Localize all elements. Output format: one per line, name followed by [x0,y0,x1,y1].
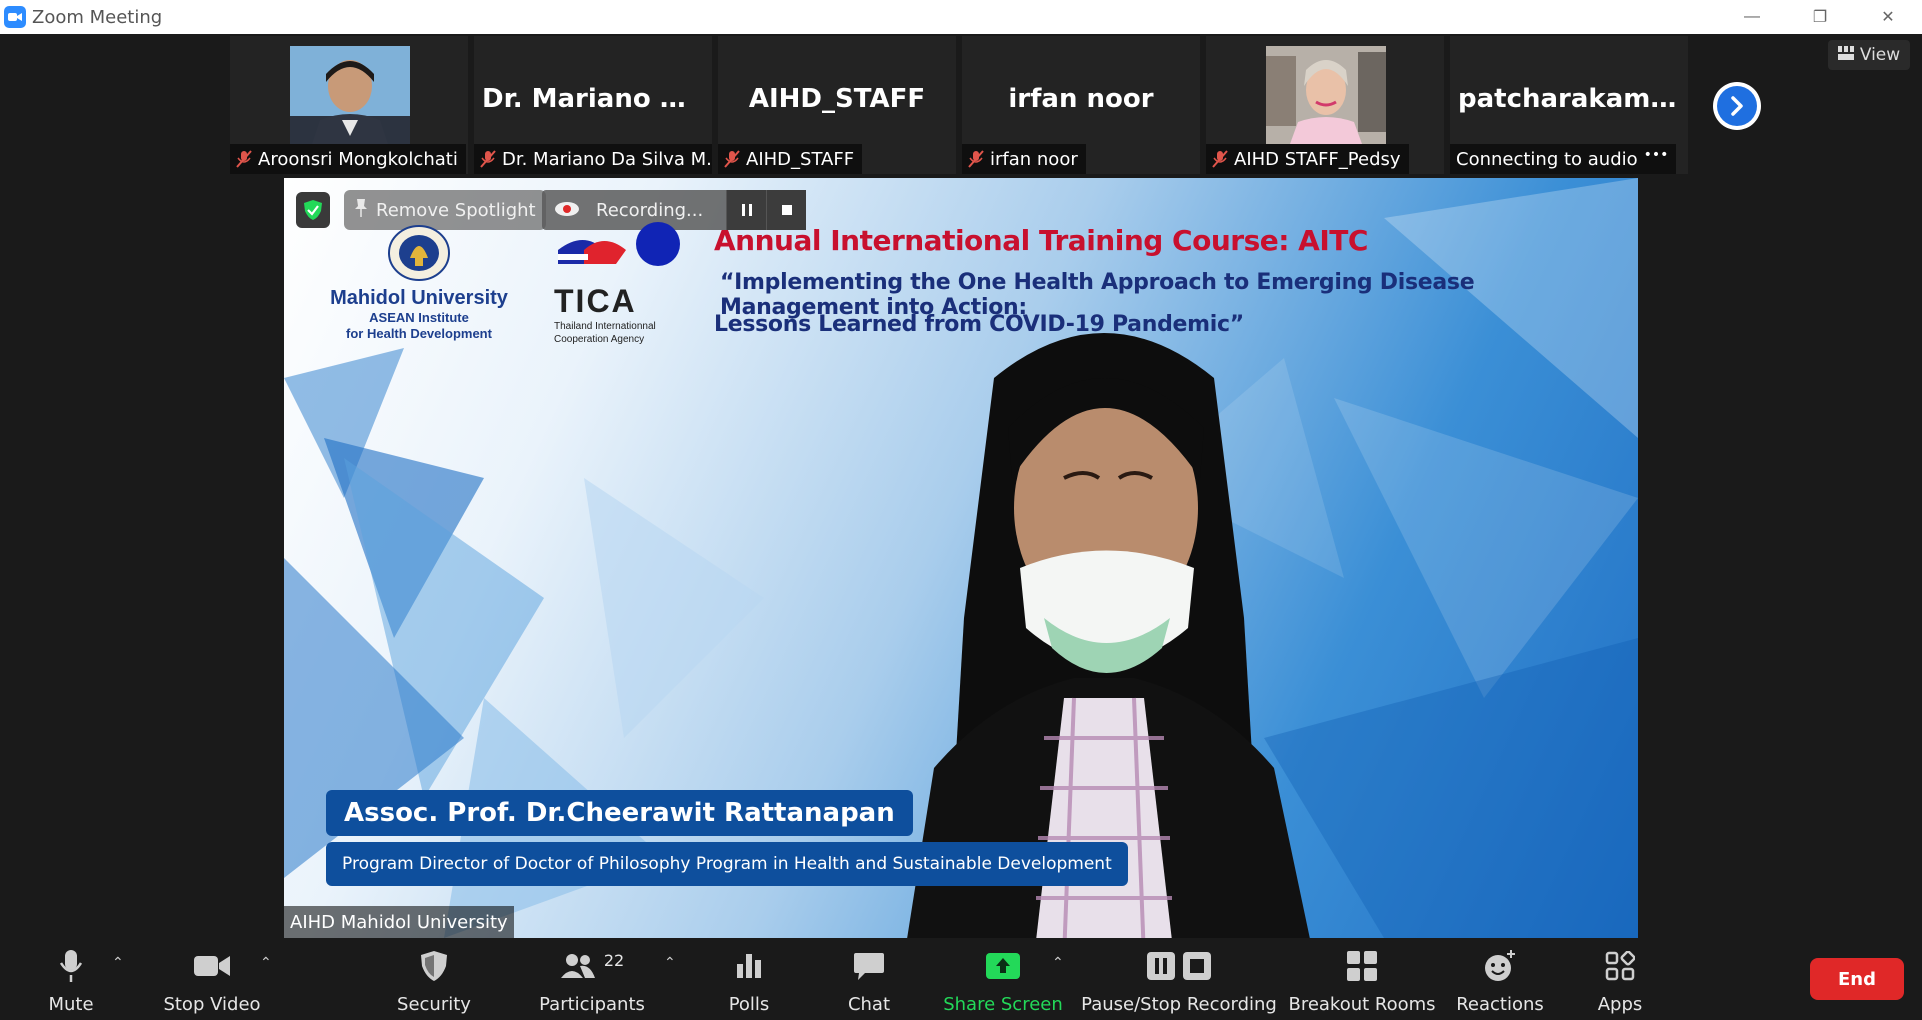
security-shield-icon[interactable] [296,192,330,228]
security-button[interactable]: Security [394,938,474,1020]
chevron-right-icon [1717,86,1757,126]
participants-options-caret-icon[interactable]: ⌃ [664,954,676,971]
speaker-video: Remove Spotlight Recording... Mahidol Un… [284,178,1638,938]
mute-options-caret-icon[interactable]: ⌃ [112,954,124,971]
mic-muted-icon [236,150,252,168]
breakout-rooms-button[interactable]: Breakout Rooms [1288,938,1436,1020]
pause-stop-icon [1146,946,1212,986]
participant-tile[interactable]: patcharakamon... Connecting to audio ••• [1450,36,1688,174]
participant-tile[interactable]: Aroonsri Mongkolchati [230,36,468,174]
participants-button[interactable]: 22 Participants [539,938,645,1020]
polls-icon [735,946,763,986]
participant-big-name: patcharakamon... [1458,84,1688,114]
presenter-name-tag: Assoc. Prof. Dr.Cheerawit Rattanapan [326,790,913,836]
participant-label: AIHD_STAFF [718,144,863,174]
mic-muted-icon [968,150,984,168]
polls-button[interactable]: Polls [718,938,780,1020]
participants-count: 22 [603,950,625,970]
participant-label: irfan noor [962,144,1086,174]
tica-logo: TICA Thailand Internationnal Cooperation… [554,220,684,346]
tica-emblem-icon [558,222,680,266]
view-button[interactable]: View [1828,40,1910,70]
video-options-caret-icon[interactable]: ⌃ [260,954,272,971]
next-page-button[interactable] [1713,82,1761,130]
participant-big-name: irfan noor [1008,84,1154,114]
participant-label: Aroonsri Mongkolchati [230,144,466,174]
course-title: Annual International Training Course: AI… [714,224,1368,257]
share-screen-button[interactable]: Share Screen [943,938,1063,1020]
pin-icon [354,198,368,223]
participant-label: Dr. Mariano Da Silva M... [474,144,712,174]
participant-photo [1266,46,1386,144]
share-screen-icon [985,946,1021,986]
security-shield-icon [420,946,448,986]
mic-muted-icon [480,150,496,168]
apps-icon [1605,946,1635,986]
title-bar: Zoom Meeting — ❐ ✕ [0,0,1922,34]
mic-muted-icon [724,150,740,168]
stop-video-button[interactable]: Stop Video [160,938,264,1020]
participant-big-name: AIHD_STAFF [748,84,926,114]
video-camera-icon [193,946,231,986]
participant-tile[interactable]: Dr. Mariano Da... Dr. Mariano Da Silva M… [474,36,712,174]
participants-icon: 22 [560,946,624,986]
zoom-app-icon [4,6,26,28]
participant-tile[interactable]: AIHD STAFF_Pedsy [1206,36,1444,174]
meeting-toolbar: Mute ⌃ Stop Video ⌃ Security 22 Particip… [0,938,1922,1020]
participant-tile[interactable]: irfan noor irfan noor [962,36,1200,174]
participant-tile[interactable]: AIHD_STAFF AIHD_STAFF [718,36,956,174]
end-meeting-button[interactable]: End [1810,958,1904,1000]
connecting-dots-icon: ••• [1643,147,1669,163]
mute-button[interactable]: Mute [40,938,102,1020]
presenter-role-tag: Program Director of Doctor of Philosophy… [326,842,1128,886]
reactions-smiley-icon [1483,946,1517,986]
chat-button[interactable]: Chat [838,938,900,1020]
participant-label: AIHD STAFF_Pedsy [1206,144,1409,174]
participant-strip: Aroonsri Mongkolchati Dr. Mariano Da... … [230,36,1688,174]
breakout-rooms-icon [1346,946,1378,986]
grid-view-icon [1837,45,1854,65]
mic-muted-icon [1212,150,1228,168]
close-button[interactable]: ✕ [1854,0,1922,34]
speaker-name-label: AIHD Mahidol University [284,906,514,938]
pause-stop-recording-button[interactable]: Pause/Stop Recording [1081,938,1277,1020]
microphone-icon [59,946,83,986]
mahidol-emblem-icon [388,225,450,281]
share-options-caret-icon[interactable]: ⌃ [1052,954,1064,971]
participant-photo [290,46,410,144]
mahidol-logo: Mahidol University ASEAN Institute for H… [324,224,514,342]
participant-big-name: Dr. Mariano Da... [482,84,712,114]
minimize-button[interactable]: — [1718,0,1786,34]
apps-button[interactable]: Apps [1590,938,1650,1020]
meeting-area: Aroonsri Mongkolchati Dr. Mariano Da... … [0,34,1922,938]
chat-bubble-icon [853,946,885,986]
recording-cloud-icon [554,199,580,222]
restore-button[interactable]: ❐ [1786,0,1854,34]
window-title: Zoom Meeting [32,6,163,28]
reactions-button[interactable]: Reactions [1456,938,1544,1020]
participant-label: Connecting to audio ••• [1450,144,1677,174]
